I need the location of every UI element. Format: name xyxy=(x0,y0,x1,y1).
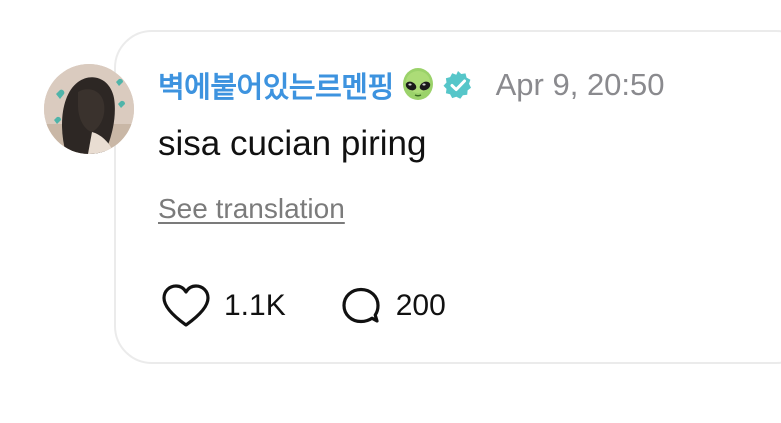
post-timestamp: Apr 9, 20:50 xyxy=(495,67,665,102)
like-count: 1.1K xyxy=(224,289,286,322)
verified-badge-icon xyxy=(442,69,474,101)
comment-actions: 1.1K 200 xyxy=(160,282,446,330)
see-translation-link[interactable]: See translation xyxy=(158,193,345,225)
like-button[interactable]: 1.1K xyxy=(160,283,286,329)
avatar[interactable] xyxy=(44,64,134,154)
comment-text: sisa cucian piring xyxy=(158,124,427,163)
alien-emoji-icon xyxy=(400,67,436,103)
comment-count: 200 xyxy=(395,289,446,322)
comment-button[interactable]: 200 xyxy=(338,283,446,329)
comment-header: 벽에붙어있는르멘핑 Apr 9, 20:50 xyxy=(158,62,665,108)
comment-bubble-icon xyxy=(338,283,384,329)
username-link[interactable]: 벽에붙어있는르멘핑 xyxy=(158,64,394,106)
heart-icon xyxy=(160,283,212,329)
page: 벽에붙어있는르멘핑 Apr 9, 20:50 sisa cucian pirin… xyxy=(0,0,781,423)
